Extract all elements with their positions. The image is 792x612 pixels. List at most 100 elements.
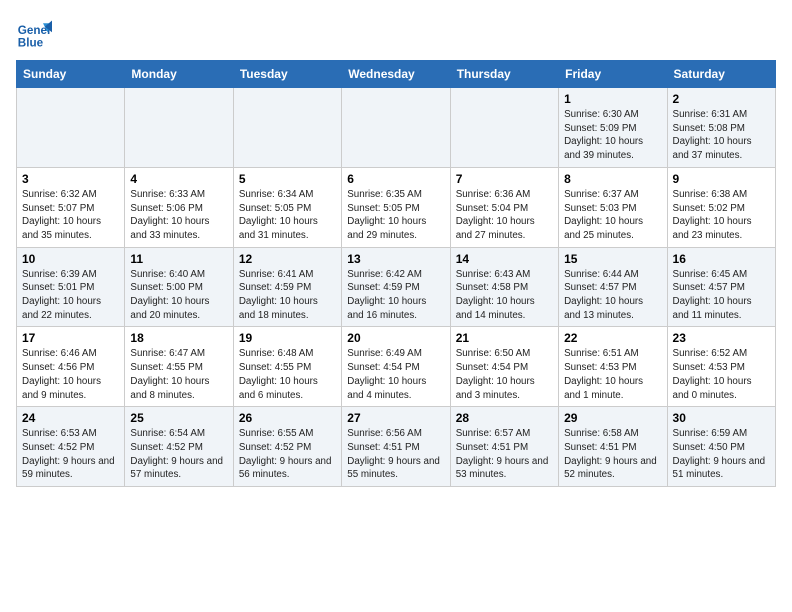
weekday-header-cell: Wednesday — [342, 61, 450, 88]
calendar-day-cell: 6 Sunrise: 6:35 AM Sunset: 5:05 PM Daylig… — [342, 167, 450, 247]
calendar-day-cell: 14 Sunrise: 6:43 AM Sunset: 4:58 PM Dayli… — [450, 247, 558, 327]
calendar-day-cell — [233, 88, 341, 168]
calendar-day-cell: 2Sunrise: 6:31 AM Sunset: 5:08 PM Daylig… — [667, 88, 775, 168]
day-number: 24 — [22, 411, 119, 425]
day-number: 4 — [130, 172, 227, 186]
day-info: Sunrise: 6:44 AM Sunset: 4:57 PM Dayligh… — [564, 268, 661, 323]
day-info: Sunrise: 6:50 AM Sunset: 4:54 PM Dayligh… — [456, 347, 553, 402]
day-info: Sunrise: 6:46 AM Sunset: 4:56 PM Dayligh… — [22, 347, 119, 402]
day-number: 28 — [456, 411, 553, 425]
day-info: Sunrise: 6:33 AM Sunset: 5:06 PM Dayligh… — [130, 188, 227, 243]
calendar-table: SundayMondayTuesdayWednesdayThursdayFrid… — [16, 60, 776, 487]
day-number: 20 — [347, 331, 444, 345]
page-header: General Blue — [16, 16, 776, 52]
day-info: Sunrise: 6:42 AM Sunset: 4:59 PM Dayligh… — [347, 268, 444, 323]
calendar-day-cell: 12 Sunrise: 6:41 AM Sunset: 4:59 PM Dayli… — [233, 247, 341, 327]
weekday-header-cell: Tuesday — [233, 61, 341, 88]
day-info: Sunrise: 6:34 AM Sunset: 5:05 PM Dayligh… — [239, 188, 336, 243]
day-number: 9 — [673, 172, 770, 186]
day-info: Sunrise: 6:59 AM Sunset: 4:50 PM Dayligh… — [673, 427, 770, 482]
calendar-day-cell: 16 Sunrise: 6:45 AM Sunset: 4:57 PM Dayli… — [667, 247, 775, 327]
calendar-day-cell: 23 Sunrise: 6:52 AM Sunset: 4:53 PM Dayli… — [667, 327, 775, 407]
day-info: Sunrise: 6:57 AM Sunset: 4:51 PM Dayligh… — [456, 427, 553, 482]
day-info: Sunrise: 6:48 AM Sunset: 4:55 PM Dayligh… — [239, 347, 336, 402]
calendar-day-cell: 9Sunrise: 6:38 AM Sunset: 5:02 PM Daylig… — [667, 167, 775, 247]
day-number: 11 — [130, 252, 227, 266]
day-info: Sunrise: 6:39 AM Sunset: 5:01 PM Dayligh… — [22, 268, 119, 323]
day-number: 26 — [239, 411, 336, 425]
day-info: Sunrise: 6:41 AM Sunset: 4:59 PM Dayligh… — [239, 268, 336, 323]
day-number: 1 — [564, 92, 661, 106]
day-info: Sunrise: 6:55 AM Sunset: 4:52 PM Dayligh… — [239, 427, 336, 482]
day-info: Sunrise: 6:49 AM Sunset: 4:54 PM Dayligh… — [347, 347, 444, 402]
day-number: 21 — [456, 331, 553, 345]
day-number: 2 — [673, 92, 770, 106]
day-number: 22 — [564, 331, 661, 345]
day-number: 15 — [564, 252, 661, 266]
calendar-day-cell: 13Sunrise: 6:42 AM Sunset: 4:59 PM Dayli… — [342, 247, 450, 327]
day-number: 19 — [239, 331, 336, 345]
day-number: 5 — [239, 172, 336, 186]
weekday-header-cell: Monday — [125, 61, 233, 88]
calendar-day-cell: 27 Sunrise: 6:56 AM Sunset: 4:51 PM Dayli… — [342, 407, 450, 487]
calendar-day-cell — [342, 88, 450, 168]
day-number: 12 — [239, 252, 336, 266]
day-info: Sunrise: 6:51 AM Sunset: 4:53 PM Dayligh… — [564, 347, 661, 402]
calendar-day-cell: 28 Sunrise: 6:57 AM Sunset: 4:51 PM Dayli… — [450, 407, 558, 487]
day-number: 14 — [456, 252, 553, 266]
logo-icon: General Blue — [16, 16, 52, 52]
calendar-day-cell: 17 Sunrise: 6:46 AM Sunset: 4:56 PM Dayli… — [17, 327, 125, 407]
weekday-header-cell: Friday — [559, 61, 667, 88]
day-info: Sunrise: 6:54 AM Sunset: 4:52 PM Dayligh… — [130, 427, 227, 482]
day-number: 29 — [564, 411, 661, 425]
day-info: Sunrise: 6:58 AM Sunset: 4:51 PM Dayligh… — [564, 427, 661, 482]
weekday-header-cell: Saturday — [667, 61, 775, 88]
calendar-day-cell: 3 Sunrise: 6:32 AM Sunset: 5:07 PM Daylig… — [17, 167, 125, 247]
logo: General Blue — [16, 16, 52, 52]
day-number: 18 — [130, 331, 227, 345]
day-number: 23 — [673, 331, 770, 345]
day-number: 6 — [347, 172, 444, 186]
calendar-day-cell — [125, 88, 233, 168]
calendar-day-cell: 15 Sunrise: 6:44 AM Sunset: 4:57 PM Dayli… — [559, 247, 667, 327]
day-info: Sunrise: 6:52 AM Sunset: 4:53 PM Dayligh… — [673, 347, 770, 402]
calendar-day-cell: 1Sunrise: 6:30 AM Sunset: 5:09 PM Daylig… — [559, 88, 667, 168]
calendar-week-row: 24Sunrise: 6:53 AM Sunset: 4:52 PM Dayli… — [17, 407, 776, 487]
day-number: 30 — [673, 411, 770, 425]
day-info: Sunrise: 6:45 AM Sunset: 4:57 PM Dayligh… — [673, 268, 770, 323]
calendar-day-cell: 25 Sunrise: 6:54 AM Sunset: 4:52 PM Dayli… — [125, 407, 233, 487]
calendar-day-cell: 10 Sunrise: 6:39 AM Sunset: 5:01 PM Dayli… — [17, 247, 125, 327]
calendar-week-row: 17 Sunrise: 6:46 AM Sunset: 4:56 PM Dayli… — [17, 327, 776, 407]
day-info: Sunrise: 6:56 AM Sunset: 4:51 PM Dayligh… — [347, 427, 444, 482]
svg-text:Blue: Blue — [18, 37, 44, 50]
calendar-day-cell: 8 Sunrise: 6:37 AM Sunset: 5:03 PM Daylig… — [559, 167, 667, 247]
day-info: Sunrise: 6:47 AM Sunset: 4:55 PM Dayligh… — [130, 347, 227, 402]
day-number: 27 — [347, 411, 444, 425]
calendar-day-cell: 22 Sunrise: 6:51 AM Sunset: 4:53 PM Dayli… — [559, 327, 667, 407]
calendar-week-row: 1Sunrise: 6:30 AM Sunset: 5:09 PM Daylig… — [17, 88, 776, 168]
day-number: 8 — [564, 172, 661, 186]
calendar-day-cell: 19 Sunrise: 6:48 AM Sunset: 4:55 PM Dayli… — [233, 327, 341, 407]
calendar-week-row: 3 Sunrise: 6:32 AM Sunset: 5:07 PM Daylig… — [17, 167, 776, 247]
calendar-body: 1Sunrise: 6:30 AM Sunset: 5:09 PM Daylig… — [17, 88, 776, 487]
day-number: 7 — [456, 172, 553, 186]
day-number: 10 — [22, 252, 119, 266]
calendar-day-cell: 5 Sunrise: 6:34 AM Sunset: 5:05 PM Daylig… — [233, 167, 341, 247]
calendar-day-cell: 18 Sunrise: 6:47 AM Sunset: 4:55 PM Dayli… — [125, 327, 233, 407]
day-number: 16 — [673, 252, 770, 266]
day-info: Sunrise: 6:43 AM Sunset: 4:58 PM Dayligh… — [456, 268, 553, 323]
calendar-week-row: 10 Sunrise: 6:39 AM Sunset: 5:01 PM Dayli… — [17, 247, 776, 327]
calendar-day-cell: 21 Sunrise: 6:50 AM Sunset: 4:54 PM Dayli… — [450, 327, 558, 407]
day-number: 25 — [130, 411, 227, 425]
day-number: 17 — [22, 331, 119, 345]
day-info: Sunrise: 6:37 AM Sunset: 5:03 PM Dayligh… — [564, 188, 661, 243]
calendar-day-cell: 30 Sunrise: 6:59 AM Sunset: 4:50 PM Dayli… — [667, 407, 775, 487]
day-info: Sunrise: 6:32 AM Sunset: 5:07 PM Dayligh… — [22, 188, 119, 243]
calendar-day-cell — [450, 88, 558, 168]
calendar-day-cell — [17, 88, 125, 168]
day-info: Sunrise: 6:36 AM Sunset: 5:04 PM Dayligh… — [456, 188, 553, 243]
calendar-day-cell: 4 Sunrise: 6:33 AM Sunset: 5:06 PM Daylig… — [125, 167, 233, 247]
day-info: Sunrise: 6:35 AM Sunset: 5:05 PM Dayligh… — [347, 188, 444, 243]
weekday-header-cell: Thursday — [450, 61, 558, 88]
day-number: 3 — [22, 172, 119, 186]
